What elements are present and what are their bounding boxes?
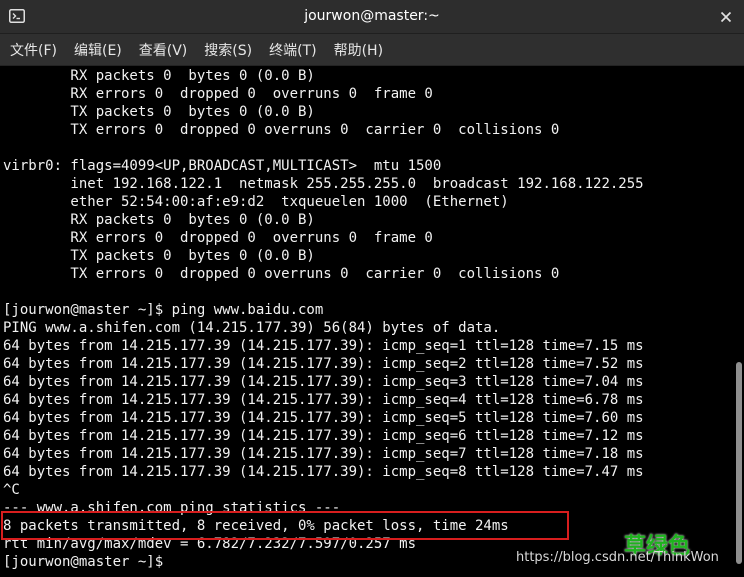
terminal-line: 64 bytes from 14.215.177.39 (14.215.177.… (3, 392, 644, 408)
terminal-line: 64 bytes from 14.215.177.39 (14.215.177.… (3, 338, 644, 354)
terminal-line: TX errors 0 dropped 0 overruns 0 carrier… (3, 122, 560, 138)
menu-search[interactable]: 搜索(S) (204, 40, 252, 60)
watermark-url: https://blog.csdn.net/ThinkWon (516, 550, 719, 565)
highlight-box (1, 511, 569, 540)
menu-terminal[interactable]: 终端(T) (269, 40, 316, 60)
menu-file[interactable]: 文件(F) (10, 40, 57, 60)
terminal-line: RX packets 0 bytes 0 (0.0 B) (3, 212, 315, 228)
terminal-line: PING www.a.shifen.com (14.215.177.39) 56… (3, 320, 501, 336)
terminal-line: [jourwon@master ~]$ ping www.baidu.com (3, 302, 324, 318)
terminal-line: inet 192.168.122.1 netmask 255.255.255.0… (3, 176, 644, 192)
terminal-line: 64 bytes from 14.215.177.39 (14.215.177.… (3, 410, 644, 426)
terminal-line: 64 bytes from 14.215.177.39 (14.215.177.… (3, 374, 644, 390)
terminal-line: RX errors 0 dropped 0 overruns 0 frame 0 (3, 230, 433, 246)
terminal-line: 64 bytes from 14.215.177.39 (14.215.177.… (3, 356, 644, 372)
terminal-line: RX packets 0 bytes 0 (0.0 B) (3, 68, 315, 84)
scrollbar-thumb[interactable] (736, 362, 742, 564)
terminal-line: TX packets 0 bytes 0 (0.0 B) (3, 248, 315, 264)
terminal-output[interactable]: RX packets 0 bytes 0 (0.0 B) RX errors 0… (0, 66, 732, 577)
menu-view[interactable]: 查看(V) (139, 40, 188, 60)
terminal-prompt-line: [jourwon@master ~]$ (3, 554, 172, 570)
title-bar[interactable]: jourwon@master:~ (0, 0, 744, 34)
menu-bar: 文件(F) 编辑(E) 查看(V) 搜索(S) 终端(T) 帮助(H) (0, 34, 744, 66)
vertical-scrollbar[interactable] (732, 66, 744, 577)
terminal-line: TX errors 0 dropped 0 overruns 0 carrier… (3, 266, 560, 282)
terminal-line: RX errors 0 dropped 0 overruns 0 frame 0 (3, 86, 433, 102)
terminal-line: virbr0: flags=4099<UP,BROADCAST,MULTICAS… (3, 158, 442, 174)
terminal-line: 64 bytes from 14.215.177.39 (14.215.177.… (3, 446, 644, 462)
menu-help[interactable]: 帮助(H) (334, 40, 383, 60)
window-title: jourwon@master:~ (304, 8, 440, 24)
close-icon[interactable] (716, 7, 736, 27)
terminal-line: TX packets 0 bytes 0 (0.0 B) (3, 104, 315, 120)
terminal-line: ether 52:54:00:af:e9:d2 txqueuelen 1000 … (3, 194, 509, 210)
terminal-line: 64 bytes from 14.215.177.39 (14.215.177.… (3, 464, 644, 480)
terminal-line: ^C (3, 482, 20, 498)
terminal-window: jourwon@master:~ 文件(F) 编辑(E) 查看(V) 搜索(S)… (0, 0, 744, 577)
menu-edit[interactable]: 编辑(E) (74, 40, 122, 60)
terminal-line: 64 bytes from 14.215.177.39 (14.215.177.… (3, 428, 644, 444)
